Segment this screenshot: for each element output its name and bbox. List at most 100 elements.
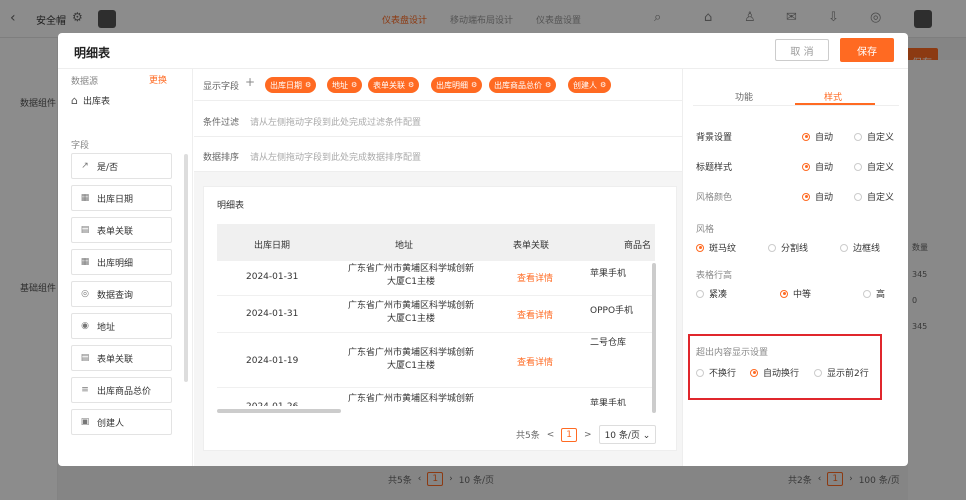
sum-icon: ≡ <box>81 385 89 395</box>
active-tab-indicator <box>795 103 875 105</box>
sort-dropzone[interactable]: 请从左侧拖动字段到此处完成数据排序配置 <box>250 150 421 163</box>
fields-label: 字段 <box>71 141 90 151</box>
field-item[interactable]: ▤ 表单关联 <box>71 217 172 243</box>
field-item[interactable]: ▦ 出库明细 <box>71 249 172 275</box>
switch-datasource-link[interactable]: 更换 <box>149 73 167 86</box>
row-divider <box>217 387 655 388</box>
field-label: 出库明细 <box>97 258 134 269</box>
radio-auto-wrap[interactable]: 自动换行 <box>750 366 799 379</box>
query-icon: ◎ <box>81 289 89 299</box>
radio-label: 分割线 <box>781 244 809 254</box>
settings-icon[interactable]: ⚙ <box>408 81 414 89</box>
tab-style[interactable]: 样式 <box>824 90 842 103</box>
tag-label: 表单关联 <box>373 80 405 90</box>
pager-next[interactable]: > <box>584 430 592 440</box>
radio-medium[interactable]: 中等 <box>780 287 811 300</box>
row-divider <box>217 332 655 333</box>
date-cell: 2024-01-19 <box>246 356 299 366</box>
cancel-button[interactable]: 取 消 <box>775 39 829 61</box>
radio-tall[interactable]: 高 <box>863 287 885 300</box>
datasource-label: 数据源 <box>71 77 99 87</box>
overflow-label: 超出内容显示设置 <box>696 348 769 358</box>
scrollbar[interactable] <box>184 154 188 382</box>
radio-show-2-lines[interactable]: 显示前2行 <box>814 366 869 379</box>
pager-total: 共5条 <box>516 431 540 441</box>
display-tag[interactable]: 出库商品总价 ⚙ <box>489 77 557 93</box>
field-label: 地址 <box>97 322 116 333</box>
title-style-label: 标题样式 <box>696 163 733 173</box>
radio-label: 中等 <box>793 290 812 300</box>
style-color-label: 风格颜色 <box>696 193 733 203</box>
field-item[interactable]: ▤ 表单关联 <box>71 345 172 371</box>
address-line: 大厦C1主楼 <box>386 361 435 371</box>
radio-divider[interactable]: 分割线 <box>768 241 808 254</box>
settings-icon[interactable]: ⚙ <box>545 81 551 89</box>
radio-dot <box>780 289 788 298</box>
address-line: 大厦C1主楼 <box>386 277 435 287</box>
radio-auto[interactable]: 自动 <box>802 190 833 203</box>
settings-icon[interactable]: ⚙ <box>305 81 311 89</box>
field-item[interactable]: ≡ 出库商品总价 <box>71 377 172 403</box>
field-item[interactable]: ▦ 出库日期 <box>71 185 172 211</box>
address-cell: 广东省广州市黄埔区科学城创新 大厦C1主楼 <box>341 300 481 326</box>
radio-dot <box>750 368 758 377</box>
radio-dot <box>802 132 810 141</box>
radio-no-wrap[interactable]: 不换行 <box>696 366 736 379</box>
display-tag[interactable]: 表单关联 ⚙ <box>368 77 420 93</box>
settings-icon[interactable]: ⚙ <box>351 81 357 89</box>
radio-dot <box>840 243 848 252</box>
datasource-name: 出库表 <box>82 97 110 107</box>
tab-divider <box>693 105 899 106</box>
display-tag[interactable]: 创建人 ⚙ <box>568 77 612 93</box>
vertical-scrollbar[interactable] <box>652 263 656 413</box>
filter-label: 条件过滤 <box>203 118 240 128</box>
horizontal-scrollbar[interactable] <box>217 409 341 413</box>
field-item[interactable]: ◎ 数据查询 <box>71 281 172 307</box>
tab-function[interactable]: 功能 <box>735 90 753 103</box>
field-item[interactable]: ▣ 创建人 <box>71 409 172 435</box>
radio-dot <box>863 289 871 298</box>
field-item[interactable]: ◉ 地址 <box>71 313 172 339</box>
view-details-link[interactable]: 查看详情 <box>517 355 553 368</box>
address-cell: 广东省广州市黄埔区科学城创新 大厦C1主楼 <box>341 347 481 373</box>
field-item[interactable]: ↗ 是/否 <box>71 153 172 179</box>
filter-dropzone[interactable]: 请从左侧拖动字段到此处完成过滤条件配置 <box>250 115 421 128</box>
radio-border[interactable]: 边框线 <box>840 241 880 254</box>
tag-label: 出库明细 <box>436 80 468 90</box>
add-field-icon[interactable]: + <box>245 75 255 89</box>
radio-zebra[interactable]: 斑马纹 <box>696 241 736 254</box>
address-line: 广东省广州市黄埔区科学城创新 <box>347 301 474 311</box>
datasource-item[interactable]: ⌂ 出库表 <box>71 94 110 107</box>
settings-icon[interactable]: ⚙ <box>600 81 606 89</box>
product-cell: OPPO手机 <box>590 306 634 316</box>
table-preview: 明细表 出库日期 地址 表单关联 商品名 2024-01-31 广东省广州市黄埔… <box>203 186 677 451</box>
display-tag[interactable]: 地址 ⚙ <box>327 77 363 93</box>
radio-label: 自动 <box>815 133 834 143</box>
settings-icon[interactable]: ⚙ <box>471 81 477 89</box>
radio-dot <box>696 289 704 298</box>
radio-custom[interactable]: 自定义 <box>854 190 894 203</box>
radio-label: 自定义 <box>867 193 895 203</box>
radio-custom[interactable]: 自定义 <box>854 130 894 143</box>
view-details-link[interactable]: 查看详情 <box>517 308 553 321</box>
radio-auto[interactable]: 自动 <box>802 130 833 143</box>
pager-prev[interactable]: < <box>547 430 555 440</box>
tag-label: 创建人 <box>573 80 597 90</box>
field-panel: 数据源 更换 ⌂ 出库表 字段 ↗ 是/否 ▦ 出库日期 ▤ 表单关联 ▦ 出库明细 ◎… <box>58 69 193 466</box>
view-details-link[interactable]: 查看详情 <box>517 271 553 284</box>
radio-label: 紧凑 <box>709 290 728 300</box>
page-size-select[interactable]: 10 条/页 ⌄ <box>598 425 657 444</box>
row-divider <box>217 295 655 296</box>
radio-compact[interactable]: 紧凑 <box>696 287 727 300</box>
sort-label: 数据排序 <box>203 153 240 163</box>
bg-setting-label: 背景设置 <box>696 133 733 143</box>
display-tag[interactable]: 出库日期 ⚙ <box>265 77 317 93</box>
pager-page[interactable]: 1 <box>561 427 578 442</box>
radio-custom[interactable]: 自定义 <box>854 160 894 173</box>
display-tag[interactable]: 出库明细 ⚙ <box>431 77 483 93</box>
radio-label: 斑马纹 <box>709 244 737 254</box>
save-button[interactable]: 保存 <box>840 38 894 62</box>
radio-label: 自动 <box>815 163 834 173</box>
table-header: 出库日期 地址 表单关联 商品名 <box>217 224 655 261</box>
radio-auto[interactable]: 自动 <box>802 160 833 173</box>
